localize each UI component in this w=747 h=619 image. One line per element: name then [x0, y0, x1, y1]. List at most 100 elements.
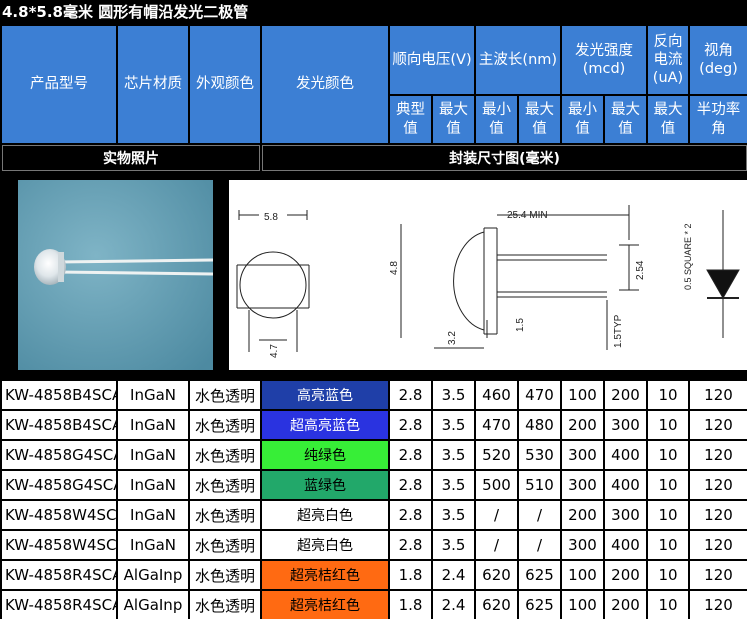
dim-square-lead: 0.5 SQUARE * 2 — [683, 223, 693, 290]
cell-wl-max: 625 — [519, 591, 560, 619]
cell-wl-max: / — [519, 531, 560, 559]
cell-chip: AlGaInp — [118, 591, 188, 619]
header-vf-label: 顺向电压(V) — [392, 51, 472, 68]
cell-ir: 10 — [648, 471, 688, 499]
cell-angle: 120 — [690, 561, 747, 589]
header-iv-min-line1: 最小 — [568, 102, 597, 119]
cell-ir: 10 — [648, 591, 688, 619]
cell-emit: 蓝绿色 — [262, 471, 388, 499]
cell-wl-min: / — [476, 501, 517, 529]
page-title: 4.8*5.8毫米 圆形有帽沿发光二极管 — [2, 3, 249, 21]
cell-vf-typ: 2.8 — [390, 441, 431, 469]
cell-ir: 10 — [648, 441, 688, 469]
cell-wl-max: 530 — [519, 441, 560, 469]
cell-angle: 120 — [690, 471, 747, 499]
header-angle: 视角 (deg) — [690, 26, 747, 94]
cell-iv-min: 300 — [562, 441, 603, 469]
header-vf-typ: 典型值 — [390, 96, 431, 143]
cell-vf-typ: 1.8 — [390, 591, 431, 619]
cell-angle: 120 — [690, 591, 747, 619]
header-half-angle: 半功率角 — [690, 96, 747, 143]
cell-model: KW-4858R4SCA1 — [2, 561, 116, 589]
cell-appearance: 水色透明 — [190, 501, 260, 529]
cell-iv-max: 300 — [605, 501, 646, 529]
header-angle-line1: 视角 — [704, 42, 733, 59]
header-iv-max: 最大值 — [605, 96, 646, 143]
cell-vf-typ: 2.8 — [390, 471, 431, 499]
cell-iv-min: 200 — [562, 501, 603, 529]
header-wl-min-line2: 值 — [489, 120, 504, 137]
header-emit: 发光颜色 — [262, 26, 388, 143]
cell-angle: 120 — [690, 501, 747, 529]
header-vf-max-line2: 值 — [446, 120, 461, 137]
header-half-line2: 角 — [711, 120, 726, 137]
cell-iv-max: 200 — [605, 591, 646, 619]
header-model: 产品型号 — [2, 26, 116, 143]
header-wl: 主波长(nm) — [476, 26, 560, 94]
cell-vf-max: 3.5 — [433, 471, 474, 499]
header-appearance: 外观颜色 — [190, 26, 260, 143]
cell-wl-max: 510 — [519, 471, 560, 499]
header-ir-line2: 电流 — [653, 51, 683, 68]
header-iv-line1: 发光强度 — [575, 42, 633, 59]
header-iv-min: 最小值 — [562, 96, 603, 143]
cell-vf-max: 3.5 — [433, 441, 474, 469]
dim-height-4-8: 4.8 — [389, 261, 400, 275]
cell-vf-max: 3.5 — [433, 501, 474, 529]
cell-appearance: 水色透明 — [190, 471, 260, 499]
header-vf-typ-line2: 值 — [403, 120, 418, 137]
header-model-label: 产品型号 — [30, 76, 88, 93]
cell-model: KW-4858W4SCA — [2, 531, 116, 559]
cell-chip: InGaN — [118, 441, 188, 469]
cell-iv-max: 200 — [605, 381, 646, 409]
cell-iv-max: 400 — [605, 531, 646, 559]
cell-wl-max: 480 — [519, 411, 560, 439]
cell-iv-min: 100 — [562, 591, 603, 619]
dim-3-2: 3.2 — [447, 331, 458, 345]
cell-appearance: 水色透明 — [190, 441, 260, 469]
cell-iv-min: 200 — [562, 411, 603, 439]
cell-wl-max: / — [519, 501, 560, 529]
cell-model: KW-4858R4SCA1 — [2, 591, 116, 619]
section-photo: 实物照片 — [2, 145, 260, 171]
cell-wl-min: 460 — [476, 381, 517, 409]
cell-vf-max: 3.5 — [433, 411, 474, 439]
header-ir-max-line1: 最大 — [653, 102, 683, 119]
cell-ir: 10 — [648, 501, 688, 529]
header-wl-max-line1: 最大 — [525, 102, 554, 119]
cell-iv-max: 300 — [605, 411, 646, 439]
cell-iv-min: 300 — [562, 531, 603, 559]
cell-iv-min: 100 — [562, 561, 603, 589]
cell-ir: 10 — [648, 531, 688, 559]
cell-vf-max: 3.5 — [433, 381, 474, 409]
cell-vf-typ: 1.8 — [390, 561, 431, 589]
cell-emit: 超亮白色 — [262, 501, 388, 529]
section-drawing-label: 封装尺寸图(毫米) — [449, 151, 560, 167]
header-iv-max-line2: 值 — [618, 120, 633, 137]
header-emit-label: 发光颜色 — [296, 76, 354, 93]
cell-angle: 120 — [690, 381, 747, 409]
header-vf: 顺向电压(V) — [390, 26, 474, 94]
header-wl-min: 最小值 — [476, 96, 517, 143]
dim-1-5-typ: 1.5TYP — [613, 314, 624, 348]
cell-model: KW-4858B4SCA1 — [2, 411, 116, 439]
header-iv-max-line1: 最大 — [611, 102, 640, 119]
cell-appearance: 水色透明 — [190, 591, 260, 619]
cell-iv-max: 400 — [605, 471, 646, 499]
product-photo — [18, 180, 213, 370]
header-angle-line2: (deg) — [699, 61, 738, 77]
header-half-line1: 半功率 — [696, 102, 741, 119]
cell-emit: 超高亮蓝色 — [262, 411, 388, 439]
header-ir-line3: (uA) — [652, 70, 684, 87]
cell-wl-min: / — [476, 531, 517, 559]
section-drawing: 封装尺寸图(毫米) — [262, 145, 747, 171]
cell-model: KW-4858B4SCA1 — [2, 381, 116, 409]
header-chip: 芯片材质 — [118, 26, 188, 143]
cell-angle: 120 — [690, 531, 747, 559]
led-photo-image — [18, 180, 213, 370]
cell-model: KW-4858G4SCA1 — [2, 441, 116, 469]
cell-emit: 超亮桔红色 — [262, 591, 388, 619]
cell-vf-typ: 2.8 — [390, 381, 431, 409]
section-photo-label: 实物照片 — [103, 151, 159, 167]
header-ir-max-line2: 值 — [660, 120, 676, 137]
